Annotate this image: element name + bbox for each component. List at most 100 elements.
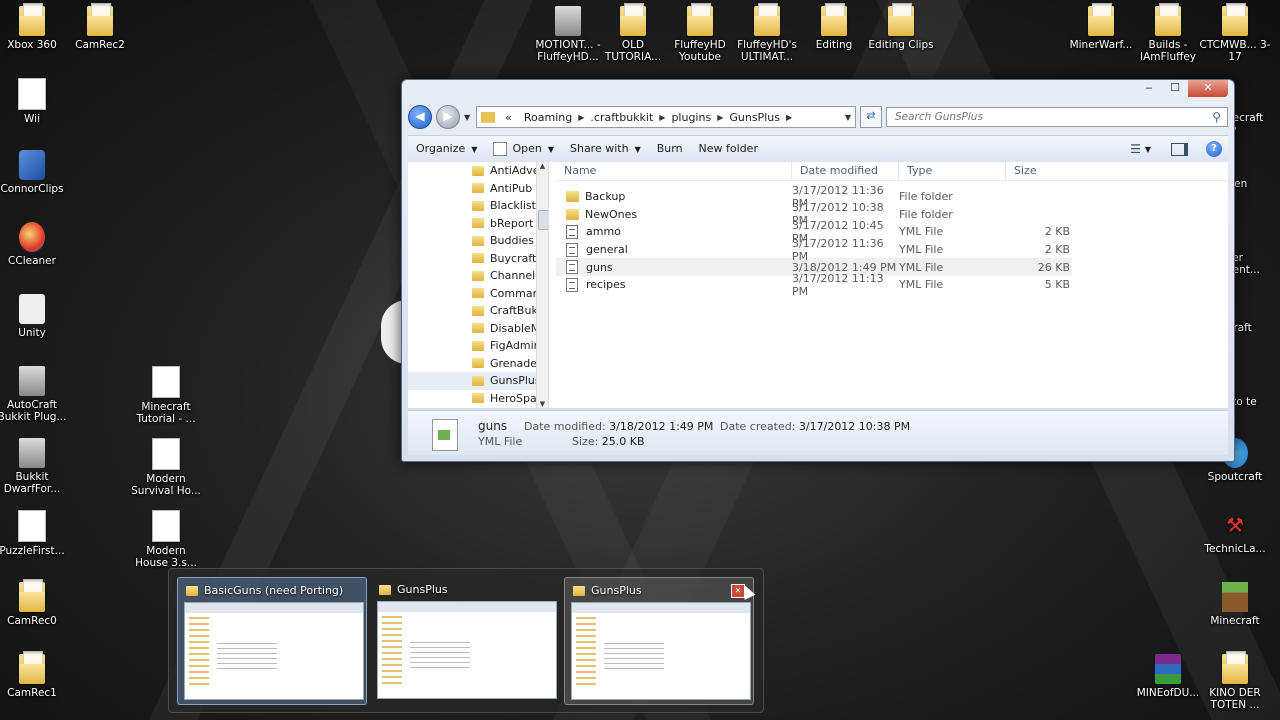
desktop-icon[interactable]: MinerWarf... — [1065, 3, 1137, 51]
burn-button[interactable]: Burn — [649, 136, 691, 162]
nav-item[interactable]: Buddies — [408, 232, 548, 250]
forward-button[interactable]: ▶ — [436, 105, 460, 129]
preview-pane-icon[interactable] — [1171, 142, 1188, 156]
date-created-value: 3/17/2012 10:38 PM — [798, 420, 911, 433]
nav-item[interactable]: DisableM — [408, 320, 548, 338]
chevron-down-icon: ▼ — [634, 145, 641, 154]
scroll-up-icon[interactable]: ▲ — [537, 162, 548, 170]
breadcrumb-plugins[interactable]: plugins — [665, 111, 717, 124]
window-thumbnail[interactable]: GunsPlus — [371, 577, 559, 703]
nav-item[interactable]: Buycraft — [408, 250, 548, 268]
open-button[interactable]: Open ▼ — [485, 136, 562, 162]
maximize-button[interactable]: ☐ — [1162, 80, 1188, 97]
refresh-button[interactable]: ⇄ — [860, 106, 882, 128]
column-date-modified[interactable]: Date modified — [792, 162, 899, 180]
share-with-button[interactable]: Share with ▼ — [562, 136, 649, 162]
desktop-icon[interactable]: Wii — [0, 78, 68, 125]
details-size: Size: 25.0 KB — [572, 435, 645, 448]
scroll-thumb[interactable] — [538, 210, 548, 230]
search-box[interactable]: ⚲ — [886, 107, 1228, 127]
desktop-icon[interactable]: Editing Clips — [865, 3, 937, 51]
nav-item[interactable]: Comman — [408, 285, 548, 303]
view-options-icon[interactable]: ☰ — [1130, 142, 1141, 156]
column-type[interactable]: Type — [899, 162, 1006, 180]
chevron-down-icon[interactable]: ▼ — [1145, 145, 1151, 154]
nav-item[interactable]: FigAdmir — [408, 337, 548, 355]
desktop-icon[interactable]: Minecraft — [1199, 582, 1271, 627]
desktop-icon[interactable]: Unity — [0, 294, 68, 339]
desktop-icon[interactable]: KINO DER TOTEN ... — [1199, 651, 1271, 711]
folder-icon — [472, 340, 484, 351]
window-thumbnail[interactable]: GunsPlus ✕ — [564, 577, 754, 705]
desktop-icon[interactable]: PuzzleFirst... — [0, 510, 68, 557]
desktop-icon[interactable]: OLD TUTORIA... — [597, 3, 669, 63]
search-icon[interactable]: ⚲ — [1212, 110, 1221, 124]
desktop-icon[interactable]: CTCMWB... 3-17 — [1199, 3, 1271, 63]
file-row[interactable]: recipes 3/17/2012 11:13 PM YML File 5 KB — [556, 272, 1228, 298]
nav-item[interactable]: AntiPub — [408, 180, 548, 198]
breadcrumb-prefix[interactable]: « — [499, 111, 518, 124]
help-icon[interactable]: ? — [1206, 141, 1222, 157]
desktop-icon[interactable]: FluffeyHD Youtube — [664, 3, 736, 63]
address-bar[interactable]: « Roaming ▶ .craftbukkit ▶ plugins ▶ Gun… — [476, 106, 856, 128]
file-row[interactable]: general 3/17/2012 11:36 PM YML File 2 KB — [556, 237, 1228, 263]
column-size[interactable]: Size — [1006, 162, 1072, 180]
nav-item[interactable]: HeroSpav — [408, 390, 548, 408]
nav-item[interactable]: bReport — [408, 215, 548, 233]
organize-button[interactable]: Organize ▼ — [408, 136, 485, 162]
desktop-icon[interactable]: CamRec0 — [0, 579, 68, 627]
window-thumbnail[interactable]: BasicGuns (need Porting) — [177, 577, 367, 705]
folder-icon — [1222, 651, 1248, 684]
desktop-icon[interactable]: CamRec2 — [64, 3, 136, 51]
breadcrumb-roaming[interactable]: Roaming — [518, 111, 578, 124]
nav-item[interactable]: BlacklistC — [408, 197, 548, 215]
desktop-icon[interactable]: MINEofDU... — [1132, 654, 1204, 699]
recent-pages-dropdown-icon[interactable]: ▼ — [464, 113, 470, 122]
desktop-icon[interactable]: Bukkit DwarfFor... — [0, 438, 68, 495]
file-name: NewOnes — [585, 207, 638, 221]
desktop-icon[interactable]: Minecraft Tutorial - ... — [130, 366, 202, 425]
desktop-icon[interactable]: Modern House 3.s... — [130, 510, 202, 569]
scroll-down-icon[interactable]: ▼ — [537, 400, 548, 408]
file-type: YML File — [899, 278, 944, 292]
desktop-icon[interactable]: Editing — [798, 3, 870, 51]
back-button[interactable]: ◀ — [408, 105, 432, 129]
desktop-icon[interactable]: Modern Survival Ho... — [130, 438, 202, 497]
search-input[interactable] — [893, 110, 1213, 124]
nav-item[interactable]: CraftBukl — [408, 302, 548, 320]
desktop-icon[interactable]: AutoCraft Bukkit Plug... — [0, 366, 68, 423]
folder-icon — [472, 375, 484, 386]
desktop-icon[interactable]: CCleaner — [0, 222, 68, 267]
breadcrumb-craftbukkit[interactable]: .craftbukkit — [584, 111, 659, 124]
explorer-window[interactable]: ‒ ☐ ✕ ◀ ▶ ▼ « Roaming ▶ .craftbukkit ▶ p… — [401, 79, 1235, 462]
minimize-button[interactable]: ‒ — [1136, 80, 1162, 97]
nav-scrollbar[interactable]: ▲ ▼ — [536, 162, 548, 408]
nav-item[interactable]: GunsPlus — [408, 372, 548, 390]
desktop-icon[interactable]: FluffeyHD's ULTIMAT... — [731, 3, 803, 63]
address-dropdown-icon[interactable]: ▼ — [845, 113, 851, 122]
folder-icon — [472, 218, 484, 229]
desktop-icon[interactable]: CamRec1 — [0, 651, 68, 699]
folder-icon — [19, 579, 45, 612]
explorer-content: AntiAdve AntiPub BlacklistC bReport Buddies B… — [408, 162, 1228, 408]
chevron-right-icon[interactable]: ▶ — [786, 113, 792, 122]
desktop-icon[interactable]: ⚒ TechnicLa... — [1199, 510, 1271, 555]
desktop-icon-label: Minecraft — [1210, 615, 1260, 627]
close-button[interactable]: ✕ — [1188, 80, 1228, 97]
desktop-icon[interactable]: MOTIONT... - FluffeyHD... — [532, 6, 604, 63]
breadcrumb-gunsplus[interactable]: GunsPlus — [723, 111, 786, 124]
desktop-icon[interactable]: Xbox 360 — [0, 3, 68, 51]
file-name-cell: Backup — [556, 190, 792, 203]
new-folder-button[interactable]: New folder — [691, 136, 766, 162]
desktop-icon[interactable]: ConnorClips — [0, 150, 68, 195]
file-name: guns — [586, 260, 613, 274]
nav-item[interactable]: Grenades — [408, 355, 548, 373]
nav-item[interactable]: AntiAdve — [408, 162, 548, 180]
desktop-icon[interactable]: Builds - IAmFluffey — [1132, 3, 1204, 63]
file-list[interactable]: Name Date modified Type Size Backup 3/17/… — [556, 162, 1228, 408]
nav-item[interactable]: ChannelC — [408, 267, 548, 285]
app-icon — [19, 150, 45, 180]
column-name[interactable]: Name — [556, 162, 792, 180]
folder-icon — [472, 183, 484, 194]
navigation-pane[interactable]: AntiAdve AntiPub BlacklistC bReport Buddies B… — [408, 162, 549, 408]
